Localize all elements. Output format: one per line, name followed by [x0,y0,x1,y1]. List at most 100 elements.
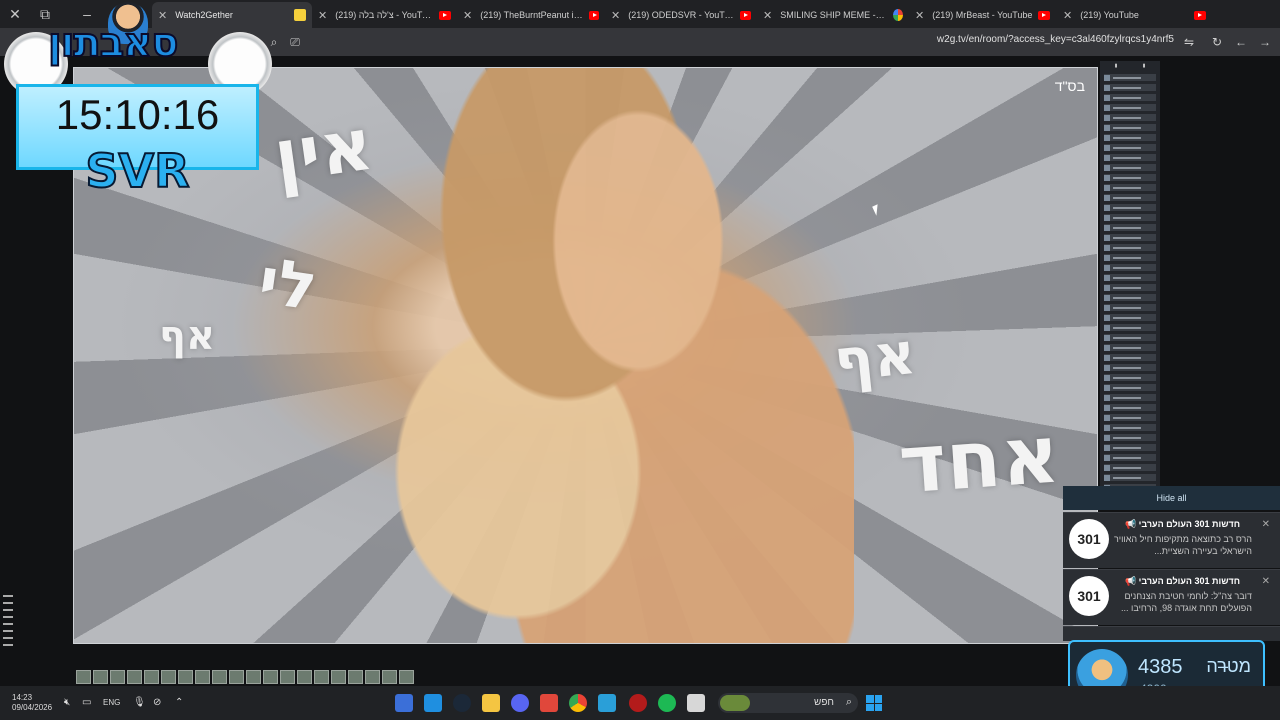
playlist-item[interactable] [1104,324,1156,331]
spotify-app-icon[interactable] [658,694,676,712]
notification-card-partial[interactable] [1063,626,1280,641]
playlist-item[interactable] [1104,254,1156,261]
steam-app-icon[interactable] [453,694,471,712]
playlist-item[interactable] [1104,74,1156,81]
thumbnail[interactable] [246,670,261,684]
playlist-item[interactable] [1104,444,1156,451]
taskbar-search[interactable]: חפש ⌕ [718,693,858,713]
tab-youtube-home[interactable]: ✕ (219) YouTube [1057,2,1212,28]
playlist-item[interactable] [1104,244,1156,251]
thumbnail[interactable] [161,670,176,684]
playlist-item[interactable] [1104,84,1156,91]
notifications-off-icon[interactable]: ⊘ [153,697,161,708]
thumbnail[interactable] [229,670,244,684]
playlist-item[interactable] [1104,334,1156,341]
thumbnail-strip[interactable] [76,670,414,684]
playlist-panel[interactable]: ▮ ▮ [1100,61,1160,491]
chevron-up-icon[interactable]: ⌃ [175,697,183,708]
playlist-item[interactable] [1104,364,1156,371]
mute-icon[interactable]: 🔇︎ [64,697,70,708]
playlist-item[interactable] [1104,204,1156,211]
thumbnail[interactable] [331,670,346,684]
thumbnail[interactable] [178,670,193,684]
playlist-item[interactable] [1104,174,1156,181]
playlist-item[interactable] [1104,374,1156,381]
playlist-item[interactable] [1104,314,1156,321]
playlist-item[interactable] [1104,474,1156,481]
thumbnail[interactable] [314,670,329,684]
playlist-item[interactable] [1104,124,1156,131]
playlist-item[interactable] [1104,214,1156,221]
playlist-item[interactable] [1104,234,1156,241]
network-icon[interactable]: ▭ [82,697,91,708]
thumbnail[interactable] [76,670,91,684]
thumbnail[interactable] [263,670,278,684]
tab-google-search[interactable]: ✕ SMILING SHIP MEME - חיפוש ב [757,2,909,28]
microphone-icon[interactable]: 🎙︎ [133,697,146,708]
thumbnail[interactable] [399,670,414,684]
close-tab-icon[interactable]: ✕ [1063,9,1072,22]
playlist-item[interactable] [1104,354,1156,361]
thumbnail[interactable] [382,670,397,684]
playlist-item[interactable] [1104,284,1156,291]
tab-youtube-mrbeast[interactable]: ✕ (219) MrBeast - YouTube [909,2,1057,28]
left-mini-toolbar[interactable] [3,590,13,682]
start-button[interactable] [866,695,882,711]
file-explorer-icon[interactable] [482,694,500,712]
playlist-item[interactable] [1104,384,1156,391]
close-tab-icon[interactable]: ✕ [915,9,924,22]
thumbnail[interactable] [348,670,363,684]
obs-app-icon[interactable] [629,694,647,712]
notification-card[interactable]: 301 חדשות 301 העולם הערבי 📢 דובר צה"ל: ל… [1063,569,1280,625]
discord-app-icon[interactable] [511,694,529,712]
reader-settings-icon[interactable]: ⇋ [1180,33,1198,51]
thumbnail[interactable] [280,670,295,684]
playlist-item[interactable] [1104,224,1156,231]
thumbnail[interactable] [144,670,159,684]
playlist-item[interactable] [1104,404,1156,411]
hide-all-notifications-button[interactable]: Hide all [1063,486,1280,510]
close-icon[interactable]: ✕ [1262,519,1270,530]
photos-app-icon[interactable] [424,694,442,712]
playlist-item[interactable] [1104,194,1156,201]
thumbnail[interactable] [212,670,227,684]
language-indicator[interactable]: ENG [103,698,120,707]
taskbar-clock[interactable]: 14:23 09/04/2026 [12,693,52,713]
playlist-item[interactable] [1104,114,1156,121]
screenshot-icon[interactable]: ⎚ [286,33,304,51]
playlist-item[interactable] [1104,274,1156,281]
playlist-item[interactable] [1104,344,1156,351]
playlist-item[interactable] [1104,304,1156,311]
close-tab-icon[interactable]: ✕ [763,9,772,22]
playlist-tabs[interactable]: ▮ ▮ [1100,61,1160,71]
tab-youtube-2[interactable]: ✕ (219) TheBurntPeanut is a Rece [457,2,605,28]
playlist-item[interactable] [1104,144,1156,151]
playlist-item[interactable] [1104,394,1156,401]
notes-app-icon[interactable] [687,694,705,712]
close-icon[interactable]: ✕ [1262,576,1270,587]
playlist-item[interactable] [1104,434,1156,441]
playlist-item[interactable] [1104,454,1156,461]
playlist-item[interactable] [1104,414,1156,421]
playlist-item[interactable] [1104,184,1156,191]
thumbnail[interactable] [297,670,312,684]
close-tab-icon[interactable]: ✕ [463,9,472,22]
playlist-item[interactable] [1104,154,1156,161]
close-tab-icon[interactable]: ✕ [318,9,327,22]
thumbnail[interactable] [127,670,142,684]
url-field[interactable]: w2g.tv/en/room/?access_key=c3al460fzylrq… [937,34,1174,45]
notification-card[interactable]: 301 חדשות 301 העולם הערבי 📢 הרס רב כתוצא… [1063,512,1280,568]
playlist-item[interactable] [1104,264,1156,271]
playlist-item[interactable] [1104,94,1156,101]
playlist-item[interactable] [1104,134,1156,141]
thumbnail[interactable] [365,670,380,684]
reload-icon[interactable]: ↻ [1208,33,1226,51]
thumbnail[interactable] [195,670,210,684]
telegram-app-icon[interactable] [598,694,616,712]
playlist-item[interactable] [1104,294,1156,301]
thumbnail[interactable] [93,670,108,684]
chrome-app-icon[interactable] [569,694,587,712]
calculator-app-icon[interactable] [395,694,413,712]
playlist-item[interactable] [1104,424,1156,431]
back-icon[interactable]: ← [1232,33,1250,51]
